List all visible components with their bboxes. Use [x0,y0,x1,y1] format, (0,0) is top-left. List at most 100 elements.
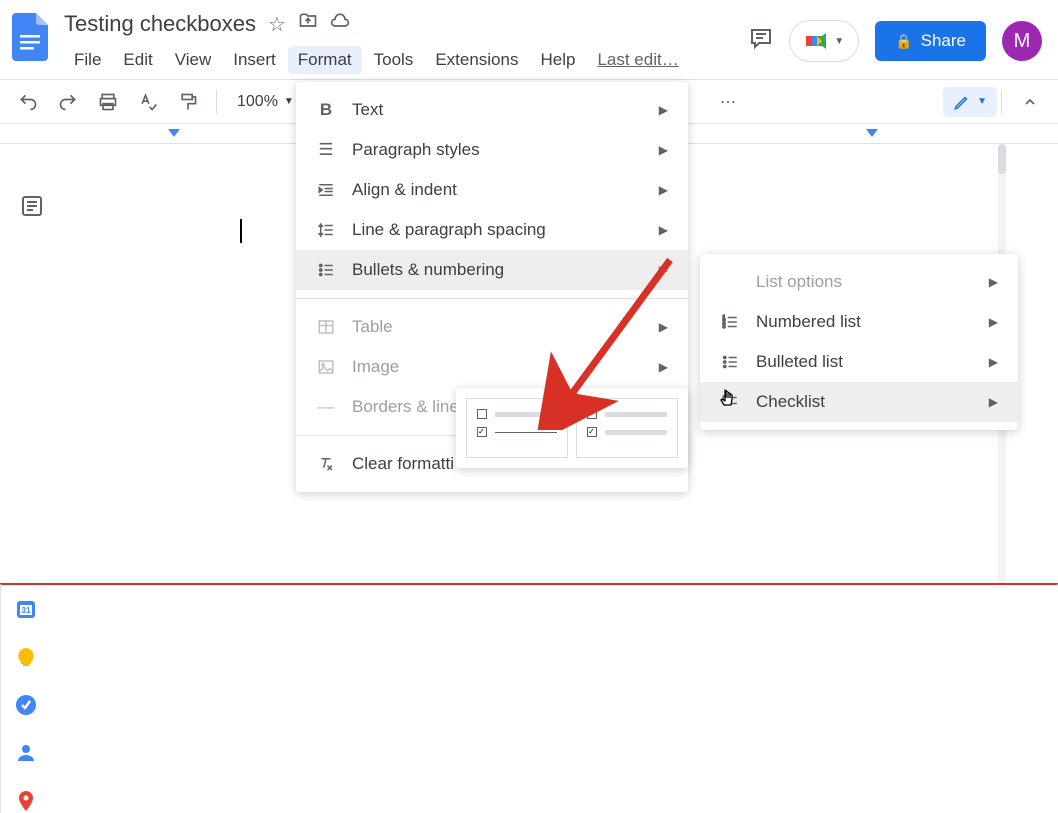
outline-panel [0,144,70,585]
menu-view[interactable]: View [165,46,222,74]
meet-button[interactable]: ▼ [789,20,859,62]
dd-label: Paragraph styles [352,140,643,160]
dropdown-caret-icon: ▼ [834,36,844,47]
checklist-style-strikethrough[interactable] [466,398,568,458]
submenu-arrow-icon: ▶ [659,320,668,334]
dd-label: Checklist [756,392,973,412]
submenu-arrow-icon: ▶ [989,395,998,409]
format-image-item: Image ▶ [296,347,688,387]
toolbar-divider [216,90,217,114]
last-edit-link[interactable]: Last edit… [587,46,688,74]
table-icon [316,318,336,336]
menubar: File Edit View Insert Format Tools Exten… [64,46,749,74]
undo-button[interactable] [12,86,44,118]
redo-button[interactable] [52,86,84,118]
checklist-icon [720,393,740,411]
format-bullets-numbering-item[interactable]: Bullets & numbering ▶ [296,250,688,290]
dd-label: Numbered list [756,312,973,332]
submenu-arrow-icon: ▶ [659,183,668,197]
dd-label: Line & paragraph spacing [352,220,643,240]
svg-text:3: 3 [723,324,726,330]
submenu-arrow-icon: ▶ [659,103,668,117]
expand-button[interactable] [1014,86,1046,118]
dd-label: Bulleted list [756,352,973,372]
dd-label: Align & indent [352,180,643,200]
image-icon [316,358,336,376]
contacts-icon[interactable] [14,741,38,765]
menu-file[interactable]: File [64,46,111,74]
menu-extensions[interactable]: Extensions [425,46,528,74]
menu-tools[interactable]: Tools [364,46,424,74]
format-line-spacing-item[interactable]: Line & paragraph spacing ▶ [296,210,688,250]
maps-icon[interactable] [14,789,38,813]
dropdown-caret-icon: ▼ [977,96,987,107]
comments-icon[interactable] [749,26,773,56]
scrollbar-thumb[interactable] [998,144,1006,174]
submenu-bulleted-list-item[interactable]: Bulleted list ▶ [700,342,1018,382]
submenu-arrow-icon: ▶ [659,223,668,237]
indent-icon [316,181,336,199]
format-align-indent-item[interactable]: Align & indent ▶ [296,170,688,210]
lines-icon: ☰ [316,140,336,160]
submenu-arrow-icon: ▶ [989,355,998,369]
bullets-numbering-submenu: List options ▶ 123 Numbered list ▶ Bulle… [700,254,1018,430]
menu-edit[interactable]: Edit [113,46,162,74]
docs-logo[interactable] [8,8,52,66]
dd-label: Bullets & numbering [352,260,643,280]
header-right: ▼ 🔒 Share M [749,8,1042,62]
menu-help[interactable]: Help [530,46,585,74]
share-button[interactable]: 🔒 Share [875,21,986,61]
dd-label: Table [352,317,643,337]
zoom-value: 100% [237,93,278,111]
move-icon[interactable] [298,11,318,37]
dd-label: Text [352,100,643,120]
text-cursor [240,219,242,243]
tasks-icon[interactable] [14,693,38,717]
submenu-list-options-item: List options ▶ [700,262,1018,302]
title-area: Testing checkboxes ☆ File Edit View Inse… [64,8,749,74]
star-icon[interactable]: ☆ [268,12,286,37]
bullets-icon [316,261,336,279]
zoom-selector[interactable]: 100% ▼ [229,89,302,115]
menu-insert[interactable]: Insert [223,46,286,74]
print-button[interactable] [92,86,124,118]
outline-icon[interactable] [20,194,44,218]
paint-format-button[interactable] [172,86,204,118]
editing-mode-button[interactable]: ▼ [943,87,997,117]
title-row: Testing checkboxes ☆ [64,8,749,40]
format-text-item[interactable]: B Text ▶ [296,90,688,130]
format-paragraph-styles-item[interactable]: ☰ Paragraph styles ▶ [296,130,688,170]
sidebar: 31 [0,585,50,813]
bold-icon: B [316,100,336,120]
spellcheck-button[interactable] [132,86,164,118]
checklist-style-plain[interactable] [576,398,678,458]
bulleted-list-icon [720,353,740,371]
calendar-icon[interactable]: 31 [14,597,38,621]
submenu-arrow-icon: ▶ [659,263,668,277]
line-icon: — [316,397,336,417]
dd-label: Image [352,357,643,377]
pencil-icon [953,93,971,111]
spacing-icon [316,221,336,239]
cloud-icon[interactable] [330,11,350,37]
submenu-checklist-item[interactable]: Checklist ▶ [700,382,1018,422]
submenu-arrow-icon: ▶ [659,360,668,374]
avatar[interactable]: M [1002,21,1042,61]
dd-label: List options [756,272,973,292]
submenu-arrow-icon: ▶ [659,143,668,157]
meet-icon [804,29,828,53]
submenu-numbered-list-item[interactable]: 123 Numbered list ▶ [700,302,1018,342]
numbered-list-icon: 123 [720,313,740,331]
document-title[interactable]: Testing checkboxes [64,11,256,37]
dropdown-caret-icon: ▼ [284,96,294,107]
menu-format[interactable]: Format [288,46,362,74]
ruler-marker-left-icon[interactable] [168,129,180,141]
more-options-button[interactable]: ⋯ [712,86,744,118]
format-table-item: Table ▶ [296,307,688,347]
keep-icon[interactable] [14,645,38,669]
lock-icon: 🔒 [895,33,912,50]
toolbar-divider [1001,90,1002,114]
dropdown-separator [296,298,688,299]
ruler-marker-right-icon[interactable] [866,129,878,141]
header: Testing checkboxes ☆ File Edit View Inse… [0,0,1058,80]
